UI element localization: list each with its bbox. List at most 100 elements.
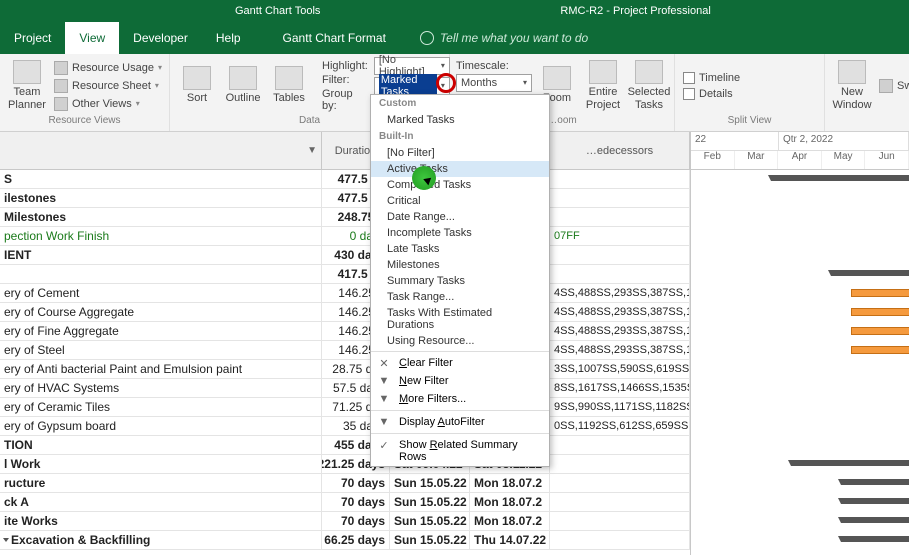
dd-using-resource[interactable]: Using Resource... — [371, 333, 549, 349]
task-grid[interactable]: ▼ Duration …edecessors S477.5 dailestone… — [0, 132, 690, 555]
table-row[interactable]: 417.5 da — [0, 265, 690, 284]
table-row[interactable]: Milestones248.75 d — [0, 208, 690, 227]
task-name-cell[interactable]: TION — [0, 436, 322, 454]
dd-more-filters[interactable]: ▼More Filters... — [371, 390, 549, 408]
highlight-combo[interactable]: [No Highlight]▾ — [374, 57, 450, 75]
table-row[interactable]: pection Work Finish0 days07FF — [0, 227, 690, 246]
pred-cell[interactable] — [550, 170, 690, 188]
task-name-cell[interactable]: ilestones — [0, 189, 322, 207]
tab-project[interactable]: Project — [0, 22, 65, 54]
task-name-cell[interactable]: ery of Cement — [0, 284, 322, 302]
task-name-cell[interactable]: ery of Fine Aggregate — [0, 322, 322, 340]
start-cell[interactable]: Sun 15.05.22 — [390, 531, 470, 549]
finish-cell[interactable]: Mon 18.07.2 — [470, 512, 550, 530]
col-predecessors[interactable]: …edecessors — [550, 132, 690, 169]
resource-usage-button[interactable]: Resource Usage▾ — [52, 60, 164, 76]
other-views-button[interactable]: Other Views▾ — [52, 96, 164, 112]
table-row[interactable]: ery of HVAC Systems57.5 days8SS,1617SS,1… — [0, 379, 690, 398]
table-row[interactable]: ck A70 daysSun 15.05.22Mon 18.07.2 — [0, 493, 690, 512]
table-row[interactable]: ery of Gypsum board35 days0SS,1192SS,612… — [0, 417, 690, 436]
pred-cell[interactable] — [550, 474, 690, 492]
task-name-cell[interactable]: ery of Course Aggregate — [0, 303, 322, 321]
start-cell[interactable]: Sun 15.05.22 — [390, 493, 470, 511]
task-name-cell[interactable]: pection Work Finish — [0, 227, 322, 245]
table-row[interactable]: Excavation & Backfilling66.25 daysSun 15… — [0, 531, 690, 550]
table-row[interactable]: l Work221.25 daysSat 09.04.22Sat 03.11.2… — [0, 455, 690, 474]
pred-cell[interactable] — [550, 246, 690, 264]
finish-cell[interactable]: Mon 18.07.2 — [470, 474, 550, 492]
outline-button[interactable]: Outline — [222, 64, 264, 106]
pred-cell[interactable]: 8SS,1617SS,1466SS,1535SS — [550, 379, 690, 397]
table-row[interactable]: ery of Ceramic Tiles71.25 day9SS,990SS,1… — [0, 398, 690, 417]
tab-gantt-format[interactable]: Gantt Chart Format — [269, 22, 400, 54]
dd-task-range[interactable]: Task Range... — [371, 289, 549, 305]
duration-cell[interactable]: 70 days — [322, 474, 390, 492]
dd-tasks-estimated[interactable]: Tasks With Estimated Durations — [371, 305, 549, 333]
dd-completed-tasks[interactable]: Completed Tasks — [371, 177, 549, 193]
filter-column-icon[interactable]: ▼ — [307, 145, 317, 156]
entire-project-button[interactable]: Entire Project — [582, 58, 624, 112]
task-name-cell[interactable]: ery of Ceramic Tiles — [0, 398, 322, 416]
tab-view[interactable]: View — [65, 22, 119, 54]
pred-cell[interactable] — [550, 493, 690, 511]
tab-help[interactable]: Help — [202, 22, 255, 54]
pred-cell[interactable]: 4SS,488SS,293SS,387SS,13 — [550, 303, 690, 321]
pred-cell[interactable]: 9SS,990SS,1171SS,1182SS, — [550, 398, 690, 416]
pred-cell[interactable] — [550, 531, 690, 549]
dd-marked-tasks[interactable]: Marked Tasks — [371, 112, 549, 128]
task-name-cell[interactable]: ery of Steel — [0, 341, 322, 359]
col-taskname[interactable]: ▼ — [0, 132, 322, 169]
start-cell[interactable]: Sun 15.05.22 — [390, 474, 470, 492]
table-row[interactable]: ilestones477.5 da — [0, 189, 690, 208]
start-cell[interactable]: Sun 15.05.22 — [390, 512, 470, 530]
tables-button[interactable]: Tables — [268, 64, 310, 106]
tell-me-search[interactable]: Tell me what you want to do — [420, 31, 588, 45]
task-name-cell[interactable]: S — [0, 170, 322, 188]
pred-cell[interactable]: 0SS,1192SS,612SS,659SS,6 — [550, 417, 690, 435]
filter-combo[interactable]: Marked Tasks▾ — [374, 77, 450, 95]
team-planner-button[interactable]: Team Planner — [6, 58, 48, 112]
task-name-cell[interactable]: ite Works — [0, 512, 322, 530]
dd-milestones[interactable]: Milestones — [371, 257, 549, 273]
finish-cell[interactable]: Thu 14.07.22 — [470, 531, 550, 549]
gantt-bar[interactable] — [851, 346, 909, 354]
sort-button[interactable]: Sort — [176, 64, 218, 106]
table-row[interactable]: ite Works70 daysSun 15.05.22Mon 18.07.2 — [0, 512, 690, 531]
pred-cell[interactable] — [550, 512, 690, 530]
gantt-bar[interactable] — [851, 327, 909, 335]
dd-no-filter[interactable]: [No Filter] — [371, 145, 549, 161]
duration-cell[interactable]: 70 days — [322, 493, 390, 511]
pred-cell[interactable]: 4SS,488SS,293SS,387SS,13 — [550, 341, 690, 359]
dd-critical[interactable]: Critical — [371, 193, 549, 209]
pred-cell[interactable] — [550, 455, 690, 473]
table-row[interactable]: ery of Course Aggregate146.25 d4SS,488SS… — [0, 303, 690, 322]
filter-dropdown[interactable]: Custom Marked Tasks Built-In [No Filter]… — [370, 94, 550, 467]
switch-windows-button[interactable]: Sw — [877, 78, 909, 94]
task-name-cell[interactable]: Milestones — [0, 208, 322, 226]
dd-late-tasks[interactable]: Late Tasks — [371, 241, 549, 257]
task-name-cell[interactable]: ery of Anti bacterial Paint and Emulsion… — [0, 360, 322, 378]
task-name-cell[interactable]: ery of Gypsum board — [0, 417, 322, 435]
pred-cell[interactable] — [550, 436, 690, 454]
new-window-button[interactable]: New Window — [831, 58, 873, 112]
dd-date-range[interactable]: Date Range... — [371, 209, 549, 225]
gantt-bar[interactable] — [851, 289, 909, 297]
table-row[interactable]: ructure70 daysSun 15.05.22Mon 18.07.2 — [0, 474, 690, 493]
task-name-cell[interactable]: ery of HVAC Systems — [0, 379, 322, 397]
table-row[interactable]: ery of Fine Aggregate146.25 d4SS,488SS,2… — [0, 322, 690, 341]
dd-show-related[interactable]: ✓Show Related Summary Rows — [371, 436, 549, 466]
task-name-cell[interactable]: IENT — [0, 246, 322, 264]
gantt-bar[interactable] — [851, 308, 909, 316]
resource-sheet-button[interactable]: Resource Sheet▾ — [52, 78, 164, 94]
timescale-combo[interactable]: Months▾ — [456, 74, 532, 92]
duration-cell[interactable]: 70 days — [322, 512, 390, 530]
dd-clear-filter[interactable]: ✕Clear Filter — [371, 354, 549, 372]
task-name-cell[interactable] — [0, 265, 322, 283]
dd-autofilter[interactable]: ▼Display AutoFilter — [371, 413, 549, 431]
pred-cell[interactable] — [550, 265, 690, 283]
pred-cell[interactable]: 4SS,488SS,293SS,387SS,13 — [550, 322, 690, 340]
duration-cell[interactable]: 66.25 days — [322, 531, 390, 549]
task-name-cell[interactable]: ructure — [0, 474, 322, 492]
dd-new-filter[interactable]: ▼New Filter — [371, 372, 549, 390]
pred-cell[interactable] — [550, 208, 690, 226]
